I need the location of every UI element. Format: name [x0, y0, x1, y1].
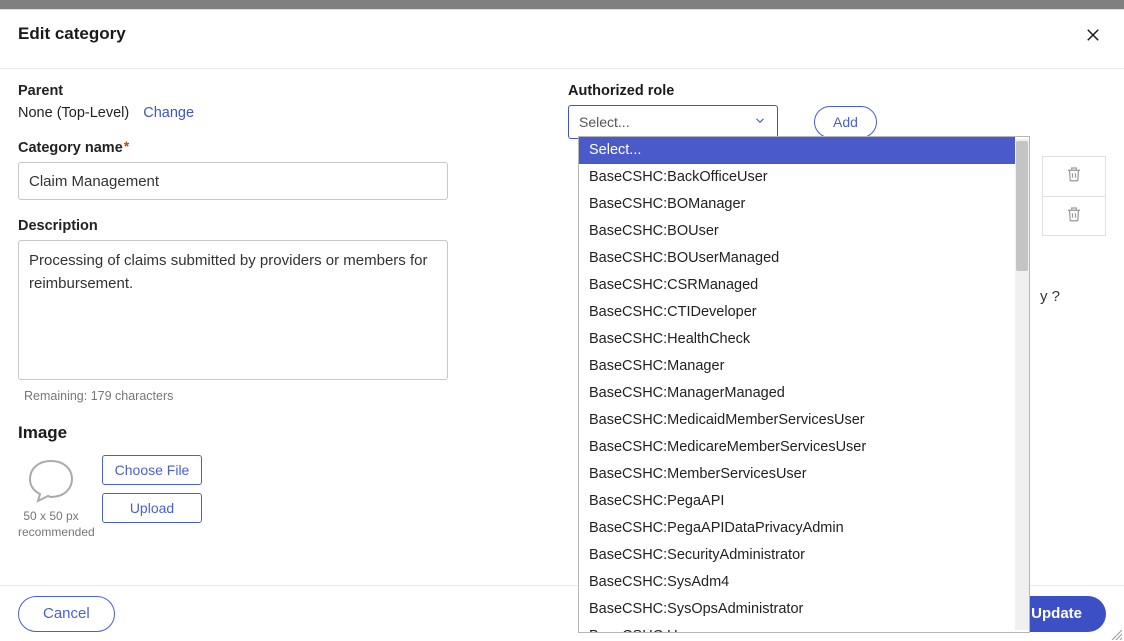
dropdown-list: Select...BaseCSHC:BackOfficeUserBaseCSHC… [579, 137, 1015, 632]
role-list-actions [1042, 156, 1106, 236]
chevron-down-icon [753, 114, 767, 131]
truncated-text-fragment: y ? [1040, 288, 1060, 305]
image-preview-column: 50 x 50 px recommended [18, 455, 84, 540]
dropdown-option[interactable]: BaseCSHC:CSRManaged [579, 272, 1015, 299]
description-textarea[interactable] [18, 240, 448, 380]
dropdown-scrollbar-thumb[interactable] [1016, 141, 1028, 271]
dropdown-option[interactable]: BaseCSHC:BOUser [579, 218, 1015, 245]
parent-label: Parent [18, 83, 558, 99]
dropdown-option[interactable]: BaseCSHC:BOUserManaged [579, 245, 1015, 272]
description-remaining: Remaining: 179 characters [24, 389, 558, 403]
dropdown-option[interactable]: BaseCSHC:Manager [579, 353, 1015, 380]
role-item-delete-2[interactable] [1042, 196, 1106, 236]
resize-handle-icon[interactable] [1110, 627, 1122, 639]
window-chrome-band [0, 0, 1124, 9]
dropdown-option[interactable]: BaseCSHC:MedicareMemberServicesUser [579, 434, 1015, 461]
authorized-role-select[interactable]: Select... [568, 105, 778, 139]
trash-icon [1065, 165, 1083, 188]
dropdown-option[interactable]: BaseCSHC:User [579, 623, 1015, 632]
left-column: Parent None (Top-Level) Change Category … [18, 83, 558, 540]
dropdown-option[interactable]: BaseCSHC:PegaAPIDataPrivacyAdmin [579, 515, 1015, 542]
modal-header: Edit category [0, 10, 1124, 68]
category-name-input[interactable] [18, 162, 448, 200]
change-parent-link[interactable]: Change [143, 105, 194, 121]
description-field: Description Remaining: 179 characters [18, 218, 558, 403]
select-placeholder-text: Select... [579, 114, 630, 130]
role-item-delete-1[interactable] [1042, 156, 1106, 196]
dropdown-option[interactable]: Select... [579, 137, 1015, 164]
image-heading: Image [18, 423, 558, 443]
choose-file-button[interactable]: Choose File [102, 455, 202, 485]
parent-field: Parent None (Top-Level) Change [18, 83, 558, 121]
dropdown-option[interactable]: BaseCSHC:MedicaidMemberServicesUser [579, 407, 1015, 434]
role-row: Select... Add [568, 105, 1106, 139]
authorized-role-dropdown[interactable]: Select...BaseCSHC:BackOfficeUserBaseCSHC… [578, 136, 1030, 633]
category-name-field: Category name [18, 139, 558, 200]
edit-category-modal: Edit category Parent None (Top-Level) Ch… [0, 9, 1124, 641]
parent-row: None (Top-Level) Change [18, 105, 558, 121]
dropdown-option[interactable]: BaseCSHC:CTIDeveloper [579, 299, 1015, 326]
close-icon [1084, 26, 1102, 44]
dropdown-scrollbar-track[interactable] [1015, 139, 1029, 630]
parent-value: None (Top-Level) [18, 105, 129, 121]
image-row: 50 x 50 px recommended Choose File Uploa… [18, 455, 558, 540]
speech-bubble-icon [24, 455, 78, 505]
dropdown-option[interactable]: BaseCSHC:SecurityAdministrator [579, 542, 1015, 569]
dropdown-option[interactable]: BaseCSHC:PegaAPI [579, 488, 1015, 515]
dropdown-option[interactable]: BaseCSHC:BOManager [579, 191, 1015, 218]
dropdown-option[interactable]: BaseCSHC:SysOpsAdministrator [579, 596, 1015, 623]
dropdown-option[interactable]: BaseCSHC:BackOfficeUser [579, 164, 1015, 191]
dropdown-option[interactable]: BaseCSHC:SysAdm4 [579, 569, 1015, 596]
dropdown-option[interactable]: BaseCSHC:MemberServicesUser [579, 461, 1015, 488]
modal-title: Edit category [18, 24, 126, 44]
add-role-button[interactable]: Add [814, 106, 877, 138]
upload-button[interactable]: Upload [102, 493, 202, 523]
image-buttons: Choose File Upload [102, 455, 202, 523]
dropdown-option[interactable]: BaseCSHC:HealthCheck [579, 326, 1015, 353]
dropdown-option[interactable]: BaseCSHC:ManagerManaged [579, 380, 1015, 407]
trash-icon [1065, 205, 1083, 228]
cancel-button[interactable]: Cancel [18, 596, 115, 632]
description-label: Description [18, 218, 558, 234]
category-name-label: Category name [18, 139, 558, 156]
authorized-role-label: Authorized role [568, 83, 1106, 99]
image-size-hint: 50 x 50 px recommended [18, 509, 84, 540]
image-section: Image 50 x 50 px recommended Choose File… [18, 423, 558, 540]
close-button[interactable] [1080, 24, 1106, 50]
